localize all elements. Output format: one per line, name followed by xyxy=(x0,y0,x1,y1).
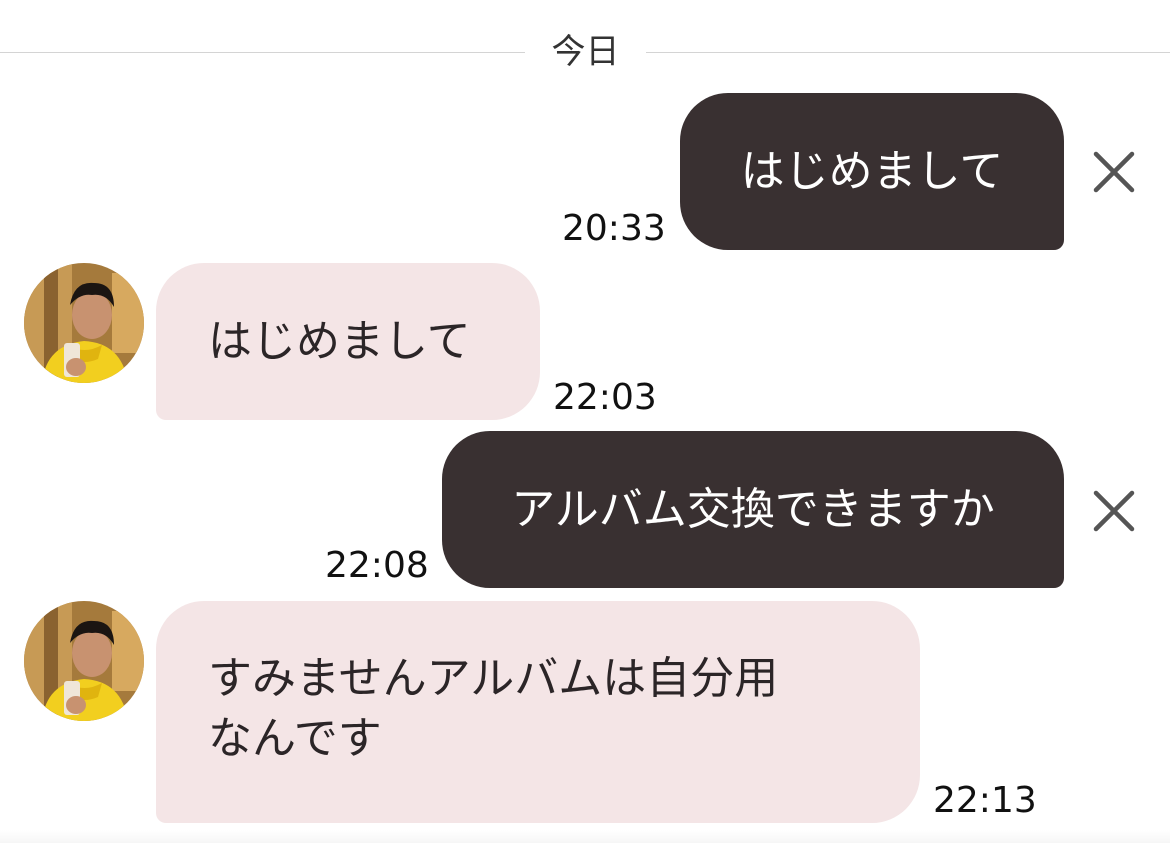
message-time: 22:13 xyxy=(933,780,1037,821)
message-time: 22:03 xyxy=(553,377,657,418)
message-text-line: なんです xyxy=(208,713,382,764)
message-text: はじめまして xyxy=(740,145,1004,197)
date-divider: 今日 xyxy=(0,22,1170,82)
divider-line-right xyxy=(646,52,1170,53)
message-time: 22:08 xyxy=(325,545,429,586)
avatar[interactable] xyxy=(24,601,144,721)
message-text-line: すみませんアルバムは自分用 xyxy=(208,653,779,704)
date-label: 今日 xyxy=(551,32,620,72)
message-bubble-sent[interactable]: はじめまして xyxy=(680,93,1064,250)
bottom-fade xyxy=(0,830,1170,843)
message-text: はじめまして xyxy=(208,315,471,367)
message-time: 20:33 xyxy=(562,208,666,249)
close-icon[interactable] xyxy=(1088,485,1140,537)
close-icon[interactable] xyxy=(1088,146,1140,198)
message-text: アルバム交換できますか xyxy=(511,483,995,535)
avatar[interactable] xyxy=(24,263,144,383)
message-bubble-received[interactable]: すみませんアルバムは自分用 なんです xyxy=(156,601,920,823)
divider-line-left xyxy=(0,52,525,53)
message-bubble-sent[interactable]: アルバム交換できますか xyxy=(442,431,1064,588)
message-text: すみませんアルバムは自分用 なんです xyxy=(208,649,778,769)
message-bubble-received[interactable]: はじめまして xyxy=(156,263,540,420)
